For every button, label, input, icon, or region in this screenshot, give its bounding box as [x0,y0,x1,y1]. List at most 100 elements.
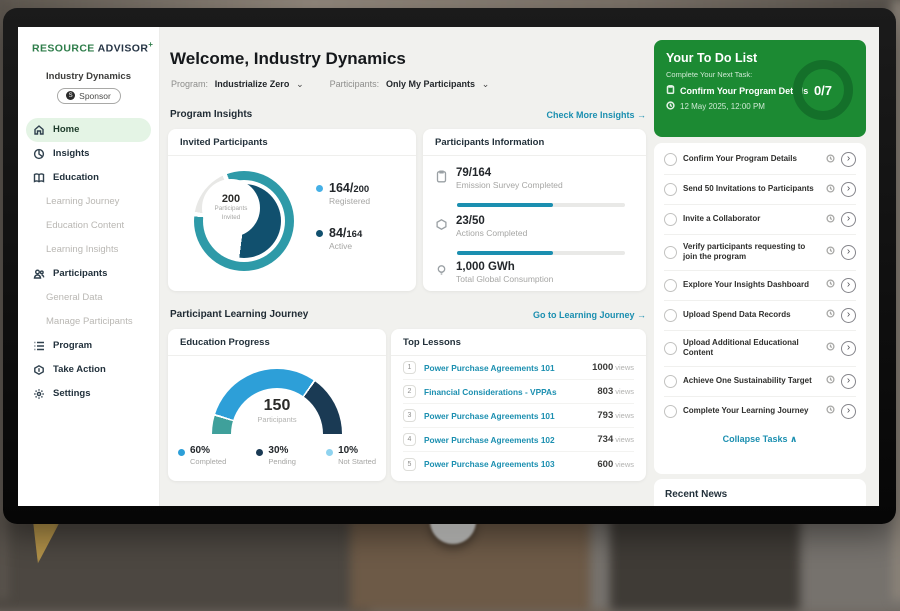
participants-filter-label: Participants: [330,79,380,89]
program-filter[interactable]: Program: Industrialize Zero ⌄ [171,79,304,90]
task-checkbox[interactable] [664,405,677,418]
sidebar-item-learning-journey[interactable]: Learning Journey [18,190,159,214]
task-checkbox[interactable] [664,375,677,388]
lesson-title-link[interactable]: Financial Considerations - VPPAs [424,387,589,397]
participants-filter[interactable]: Participants: Only My Participants ⌄ [330,79,490,90]
sidebar-item-education[interactable]: Education [18,166,159,190]
logo-plus: + [148,40,153,49]
sidebar-item-label: Learning Insights [46,244,118,255]
org-name: Industry Dynamics [18,71,159,82]
info-label: Actions Completed [456,228,527,238]
clock-icon [826,154,835,166]
legend-dot [256,449,263,456]
lesson-views-suffix: views [615,387,634,396]
arrow-right-icon: → [637,110,646,120]
task-chevron-button[interactable]: › [841,404,856,419]
recent-news-card: Recent News [654,479,866,506]
sidebar-item-insights[interactable]: Insights [18,142,159,166]
task-chevron-button[interactable]: › [841,152,856,167]
recent-news-title: Recent News [665,489,855,500]
sidebar-item-label: Insights [53,148,89,159]
filter-bar: Program: Industrialize Zero ⌄ Participan… [171,79,489,90]
lesson-views: 1000 [592,362,613,373]
task-checkbox[interactable] [664,246,677,259]
lesson-title-link[interactable]: Power Purchase Agreements 103 [424,459,589,469]
sidebar-item-label: Program [53,340,92,351]
task-checkbox[interactable] [664,183,677,196]
gauge-center: 150 Participants [212,397,342,424]
task-chevron-button[interactable]: › [841,278,856,293]
task-checkbox[interactable] [664,153,677,166]
task-label: Verify participants requesting to join t… [683,242,820,263]
legend-label: Active [329,241,362,251]
info-label: Emission Survey Completed [456,180,563,190]
sidebar-item-participants[interactable]: Participants [18,262,159,286]
lesson-title-link[interactable]: Power Purchase Agreements 101 [424,363,584,373]
lesson-title-link[interactable]: Power Purchase Agreements 102 [424,435,589,445]
lesson-rank: 3 [403,409,416,422]
task-chevron-button[interactable]: › [841,308,856,323]
clock-icon [826,279,835,291]
resource-advisor-logo: RESOURCE ADVISOR+ [18,27,159,55]
task-chevron-button[interactable]: › [841,212,856,227]
task-label: Send 50 Invitations to Participants [683,184,820,194]
lesson-views-suffix: views [615,460,634,469]
collapse-tasks-link[interactable]: Collapse Tasks ∧ [664,426,856,445]
card-title: Invited Participants [168,129,416,156]
sidebar-item-education-content[interactable]: Education Content [18,214,159,238]
legend-total: 200 [353,184,369,195]
task-chevron-button[interactable]: › [841,182,856,197]
task-label: Confirm Your Program Details [683,154,820,164]
sidebar-item-home[interactable]: Home [26,118,151,142]
lesson-row: 4 Power Purchase Agreements 102 734views [403,428,634,452]
gauge-center-value: 150 [212,397,342,415]
task-row: Upload Spend Data Records › [664,301,856,331]
task-checkbox[interactable] [664,342,677,355]
donut-center-value: 200 [222,193,240,205]
chevron-down-icon: ⌄ [482,79,490,89]
actions-progress-bar [457,251,625,255]
education-progress-card: Education Progress 150 Participants 60% … [168,329,386,481]
check-more-insights-link[interactable]: Check More Insights → [546,110,646,120]
legend-value: 164/ [329,181,353,195]
invited-participants-card: Invited Participants 200 Participants In… [168,129,416,291]
legend-dot [316,230,323,237]
lesson-title-link[interactable]: Power Purchase Agreements 101 [424,411,589,421]
info-row-consumption: 1,000 GWh Total Global Consumption [435,261,553,284]
clock-icon [826,342,835,354]
sidebar-item-program[interactable]: Program [18,334,159,358]
lesson-rank: 4 [403,433,416,446]
sidebar-item-manage-participants[interactable]: Manage Participants [18,310,159,334]
card-title: Participants Information [423,129,646,156]
sidebar-item-settings[interactable]: Settings [18,382,159,406]
legend-item-not-started: 10% Not Started [326,445,376,466]
task-chevron-button[interactable]: › [841,374,856,389]
legend-item-active: 84/164 Active [316,226,370,251]
arrow-right-icon: → [637,310,646,320]
go-to-learning-journey-link[interactable]: Go to Learning Journey → [533,310,646,320]
task-row: Explore Your Insights Dashboard › [664,271,856,301]
lesson-views: 803 [597,386,613,397]
task-checkbox[interactable] [664,309,677,322]
background-desk-left [0,516,370,611]
sidebar-item-label: Manage Participants [46,316,133,327]
card-title: Top Lessons [391,329,646,356]
legend-value: 60% [190,445,226,456]
task-chevron-button[interactable]: › [841,341,856,356]
task-label: Upload Additional Educational Content [683,338,820,359]
info-label: Total Global Consumption [456,274,553,284]
lesson-rank: 1 [403,361,416,374]
sidebar-item-general-data[interactable]: General Data [18,286,159,310]
sidebar-item-take-action[interactable]: Take Action [18,358,159,382]
task-chevron-button[interactable]: › [841,245,856,260]
sponsor-badge: S Sponsor [57,88,121,104]
task-checkbox[interactable] [664,213,677,226]
legend-label: Completed [190,457,226,466]
info-progress-fill [457,251,553,255]
chevron-up-icon: ∧ [790,434,797,444]
legend-dot [178,449,185,456]
sidebar-item-learning-insights[interactable]: Learning Insights [18,238,159,262]
lesson-views-suffix: views [615,435,634,444]
info-value: 1,000 GWh [456,261,553,273]
task-checkbox[interactable] [664,279,677,292]
